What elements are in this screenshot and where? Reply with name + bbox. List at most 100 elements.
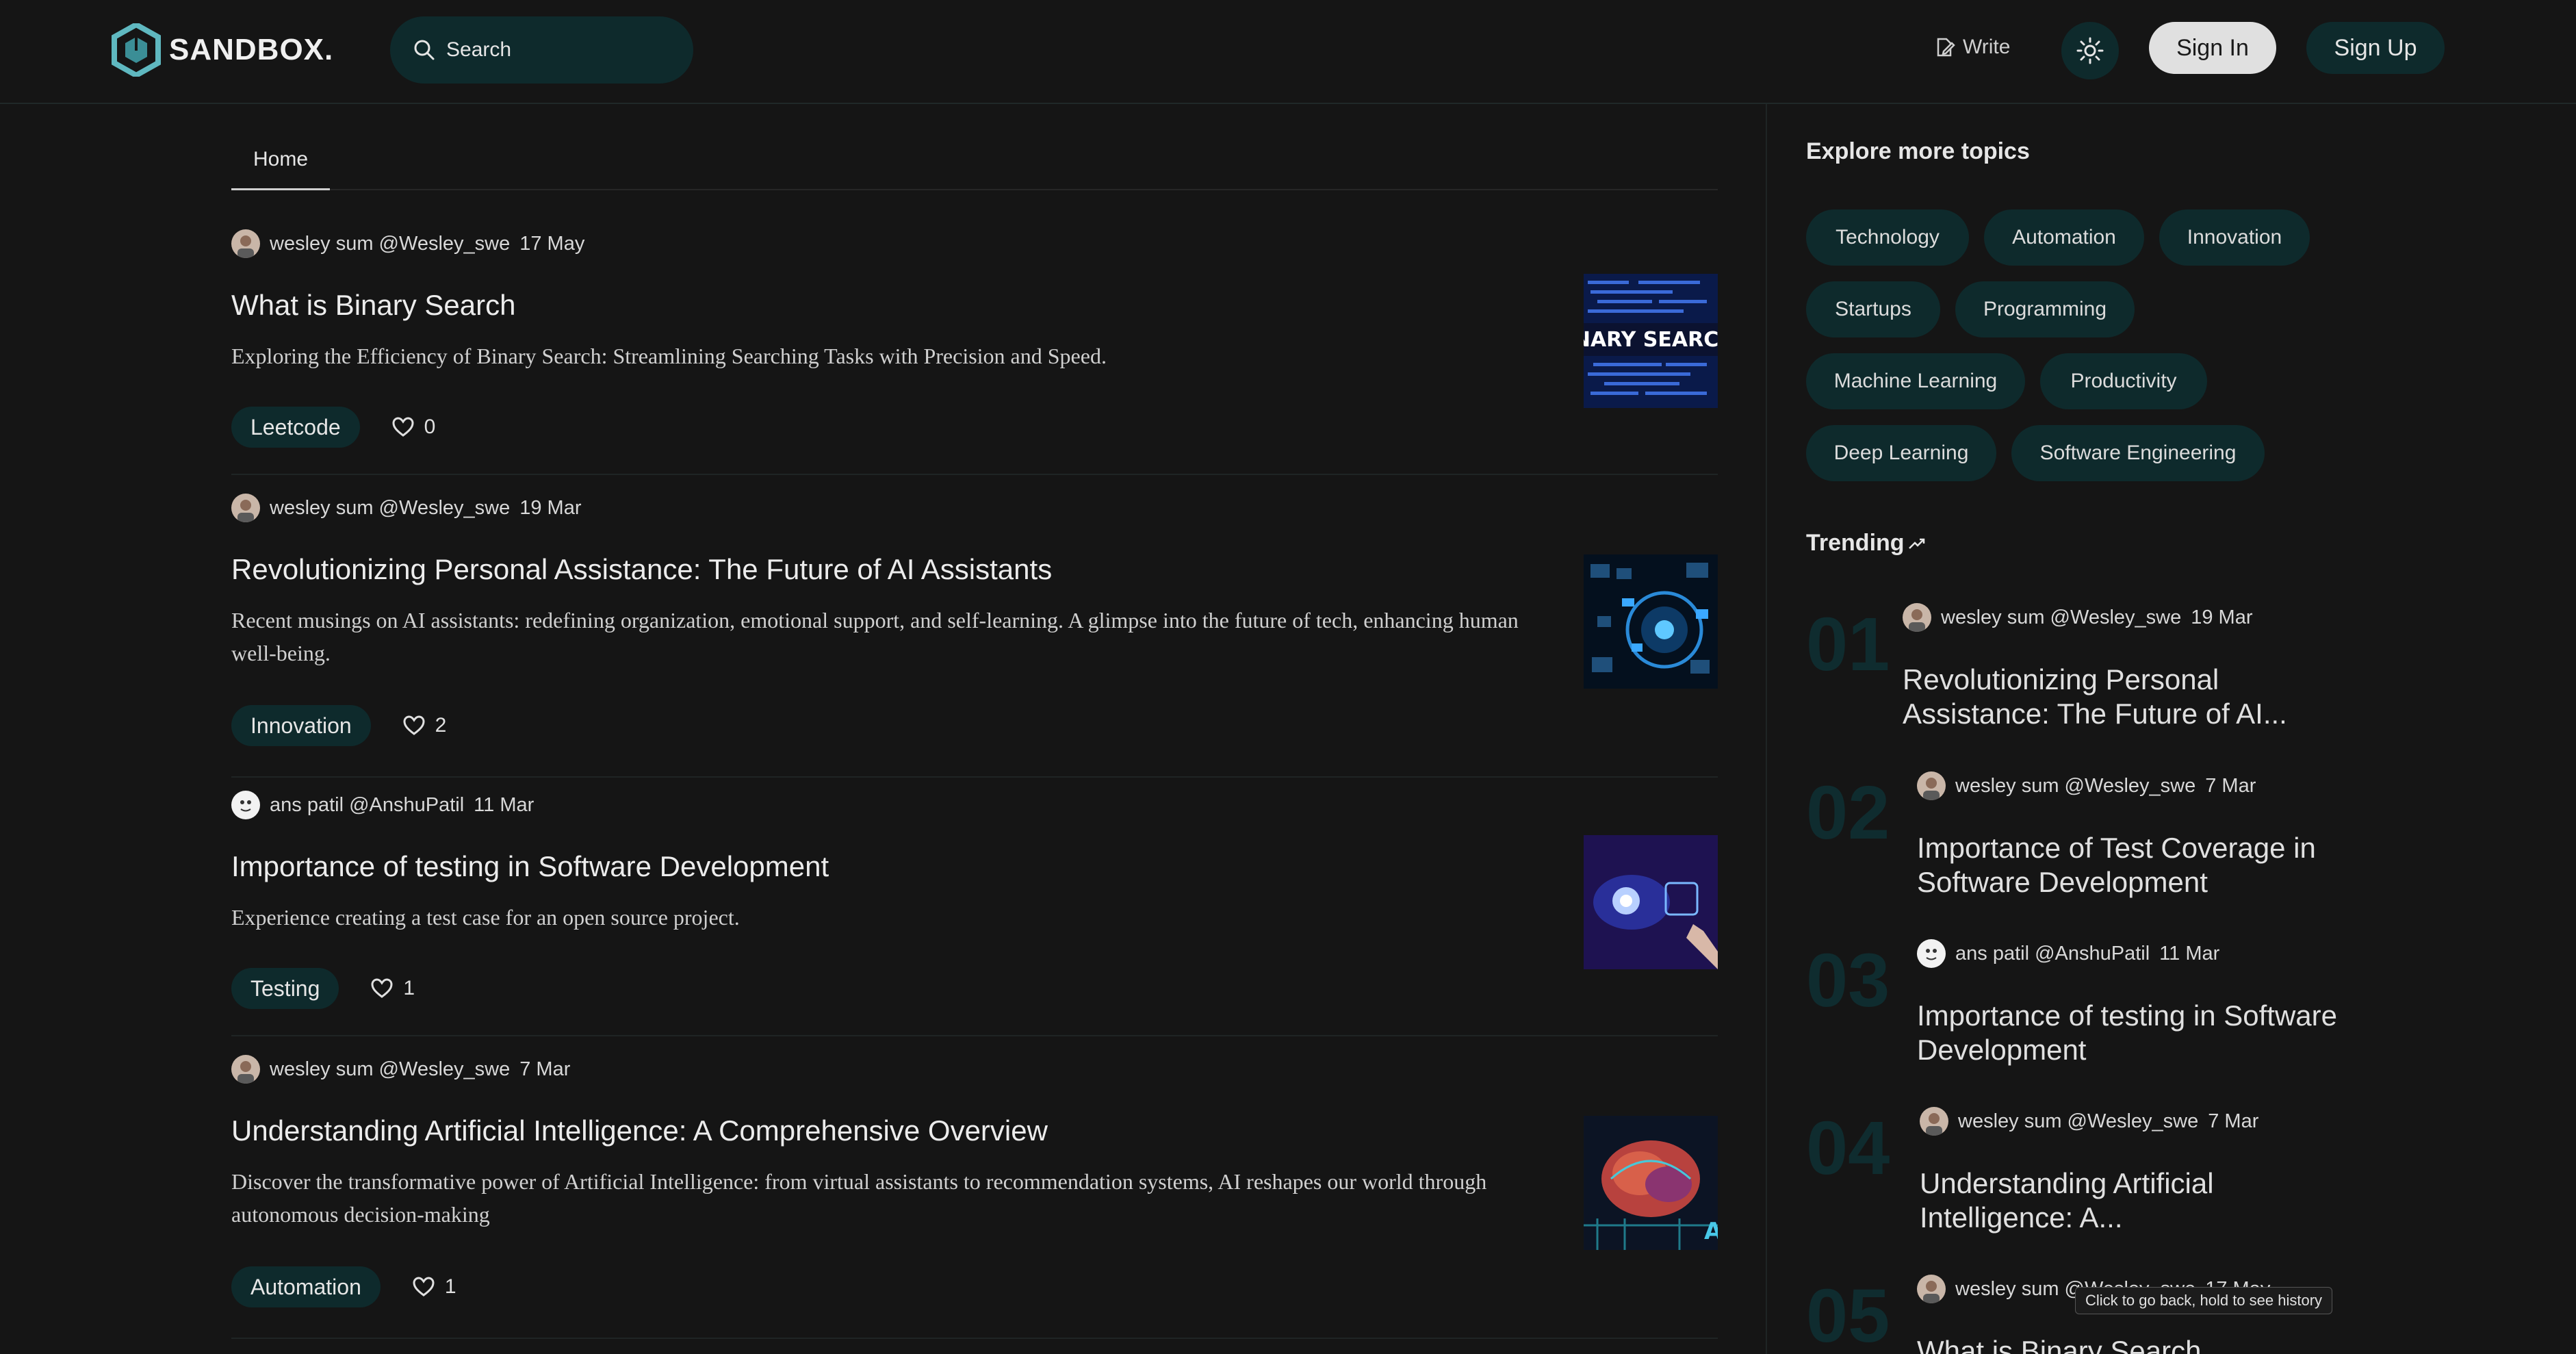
user-avatar-icon bbox=[1920, 1107, 1948, 1136]
trending-author[interactable]: wesley sum @Wesley_swe bbox=[1941, 606, 2181, 629]
topic-chip[interactable]: Machine Learning bbox=[1806, 353, 2025, 409]
user-avatar-icon bbox=[1917, 939, 1946, 968]
post-footer: Leetcode 0 bbox=[231, 407, 435, 448]
user-avatar-icon bbox=[231, 229, 260, 258]
avatar[interactable] bbox=[231, 1055, 260, 1084]
trending-post-title[interactable]: Importance of Test Coverage in Software … bbox=[1917, 831, 2341, 899]
post-card: wesley sum @Wesley_swe 17 May What is Bi… bbox=[231, 226, 1718, 475]
trending-author[interactable]: ans patil @AnshuPatil bbox=[1955, 943, 2150, 965]
theme-toggle-button[interactable] bbox=[2061, 22, 2119, 79]
post-author[interactable]: wesley sum @Wesley_swe bbox=[270, 233, 510, 255]
like-count: 2 bbox=[435, 714, 447, 737]
post-date: 11 Mar bbox=[474, 793, 534, 816]
avatar[interactable] bbox=[231, 229, 260, 258]
avatar[interactable] bbox=[231, 494, 260, 522]
search-bar[interactable] bbox=[390, 16, 693, 84]
trending-item[interactable]: 04 wesley sum @Wesley_swe 7 Mar Understa… bbox=[1806, 1101, 2490, 1265]
post-author[interactable]: ans patil @AnshuPatil bbox=[270, 794, 464, 817]
trending-author[interactable]: wesley sum @Wesley_swe bbox=[1958, 1110, 2198, 1133]
like-button[interactable]: 1 bbox=[412, 1275, 456, 1299]
heart-icon bbox=[413, 1277, 435, 1296]
avatar[interactable] bbox=[1920, 1107, 1948, 1136]
trending-meta: ans patil @AnshuPatil 11 Mar bbox=[1917, 938, 2219, 969]
trending-title: Trending bbox=[1806, 530, 1927, 557]
trending-post-title[interactable]: What is Binary Search bbox=[1917, 1334, 2341, 1354]
post-tag[interactable]: Leetcode bbox=[231, 407, 360, 448]
trending-number: 03 bbox=[1806, 938, 1890, 1023]
avatar[interactable] bbox=[1917, 939, 1946, 968]
trending-item[interactable]: 01 wesley sum @Wesley_swe 19 Mar Revolut… bbox=[1806, 597, 2490, 761]
trending-post-title[interactable]: Understanding Artificial Intelligence: A… bbox=[1920, 1166, 2344, 1235]
post-footer: Innovation 2 bbox=[231, 705, 446, 746]
trending-author[interactable]: wesley sum @Wesley_swe bbox=[1955, 775, 2195, 797]
write-button[interactable]: Write bbox=[1934, 30, 2010, 64]
post-tag[interactable]: Automation bbox=[231, 1266, 381, 1307]
like-count: 1 bbox=[403, 977, 415, 999]
topic-chip[interactable]: Technology bbox=[1806, 209, 1969, 266]
post-title[interactable]: Importance of testing in Software Develo… bbox=[231, 850, 829, 883]
back-button-tooltip: Click to go back, hold to see history bbox=[2075, 1287, 2333, 1314]
explore-topics-title: Explore more topics bbox=[1806, 138, 2030, 164]
topic-chip[interactable]: Software Engineering bbox=[2011, 425, 2265, 481]
search-input[interactable] bbox=[446, 38, 665, 62]
avatar[interactable] bbox=[1917, 771, 1946, 800]
post-author[interactable]: wesley sum @Wesley_swe bbox=[270, 497, 510, 520]
heart-icon bbox=[403, 715, 425, 735]
post-description: Exploring the Efficiency of Binary Searc… bbox=[231, 344, 1107, 368]
like-count: 0 bbox=[424, 416, 436, 438]
testing-hologram-image bbox=[1584, 835, 1718, 969]
like-button[interactable]: 2 bbox=[402, 714, 447, 737]
avatar[interactable] bbox=[1903, 603, 1931, 632]
post-tag[interactable]: Testing bbox=[231, 968, 339, 1009]
trending-date: 7 Mar bbox=[2208, 1110, 2259, 1132]
topic-chip[interactable]: Programming bbox=[1955, 281, 2135, 337]
user-avatar-icon bbox=[1917, 1275, 1946, 1303]
user-avatar-icon bbox=[1917, 771, 1946, 800]
trending-number: 01 bbox=[1806, 602, 1890, 687]
topic-chip[interactable]: Productivity bbox=[2040, 353, 2207, 409]
post-card: wesley sum @Wesley_swe 7 Mar Understandi… bbox=[231, 1051, 1718, 1339]
binary-search-image: INARY SEARCH bbox=[1584, 274, 1718, 408]
user-avatar-icon bbox=[231, 1055, 260, 1084]
trend-up-icon bbox=[1908, 538, 1924, 549]
user-avatar-icon bbox=[231, 494, 260, 522]
trending-post-title[interactable]: Revolutionizing Personal Assistance: The… bbox=[1903, 663, 2327, 731]
trending-post-title[interactable]: Importance of testing in Software Develo… bbox=[1917, 999, 2341, 1067]
topic-chip[interactable]: Startups bbox=[1806, 281, 1940, 337]
post-tag[interactable]: Innovation bbox=[231, 705, 371, 746]
sun-icon bbox=[2076, 37, 2104, 64]
edit-icon bbox=[1937, 38, 1955, 57]
trending-number: 05 bbox=[1806, 1274, 1890, 1354]
trending-date: 11 Mar bbox=[2159, 942, 2220, 965]
trending-item[interactable]: 03 ans patil @AnshuPatil 11 Mar Importan… bbox=[1806, 933, 2490, 1097]
post-footer: Testing 1 bbox=[231, 968, 415, 1009]
post-thumbnail[interactable]: A bbox=[1584, 1116, 1718, 1250]
avatar[interactable] bbox=[1917, 1275, 1946, 1303]
search-icon bbox=[414, 40, 435, 60]
post-meta: wesley sum @Wesley_swe 7 Mar bbox=[231, 1054, 570, 1084]
hexagon-cube-logo-icon bbox=[112, 23, 161, 77]
post-title[interactable]: Understanding Artificial Intelligence: A… bbox=[231, 1114, 1048, 1147]
trending-item[interactable]: 02 wesley sum @Wesley_swe 7 Mar Importan… bbox=[1806, 765, 2490, 930]
post-author[interactable]: wesley sum @Wesley_swe bbox=[270, 1058, 510, 1081]
topic-chip[interactable]: Automation bbox=[1984, 209, 2144, 266]
post-date: 7 Mar bbox=[519, 1058, 571, 1080]
sign-in-button[interactable]: Sign In bbox=[2149, 22, 2276, 74]
post-thumbnail[interactable] bbox=[1584, 554, 1718, 689]
site-logo[interactable]: SANDBOX. bbox=[112, 23, 333, 77]
like-button[interactable]: 0 bbox=[391, 416, 436, 439]
sign-up-button[interactable]: Sign Up bbox=[2306, 22, 2445, 74]
tab-home[interactable]: Home bbox=[231, 130, 330, 190]
post-meta: ans patil @AnshuPatil 11 Mar bbox=[231, 790, 534, 820]
avatar[interactable] bbox=[231, 791, 260, 819]
trending-date: 19 Mar bbox=[2191, 606, 2253, 628]
topic-chip[interactable]: Innovation bbox=[2159, 209, 2310, 266]
post-title[interactable]: What is Binary Search bbox=[231, 289, 516, 322]
post-thumbnail[interactable] bbox=[1584, 835, 1718, 969]
like-button[interactable]: 1 bbox=[370, 977, 415, 1000]
post-title[interactable]: Revolutionizing Personal Assistance: The… bbox=[231, 553, 1052, 586]
post-card: ans patil @AnshuPatil 11 Mar Importance … bbox=[231, 787, 1718, 1036]
topic-chip[interactable]: Deep Learning bbox=[1806, 425, 1996, 481]
trending-number: 02 bbox=[1806, 771, 1890, 855]
post-thumbnail[interactable]: INARY SEARCH bbox=[1584, 274, 1718, 408]
